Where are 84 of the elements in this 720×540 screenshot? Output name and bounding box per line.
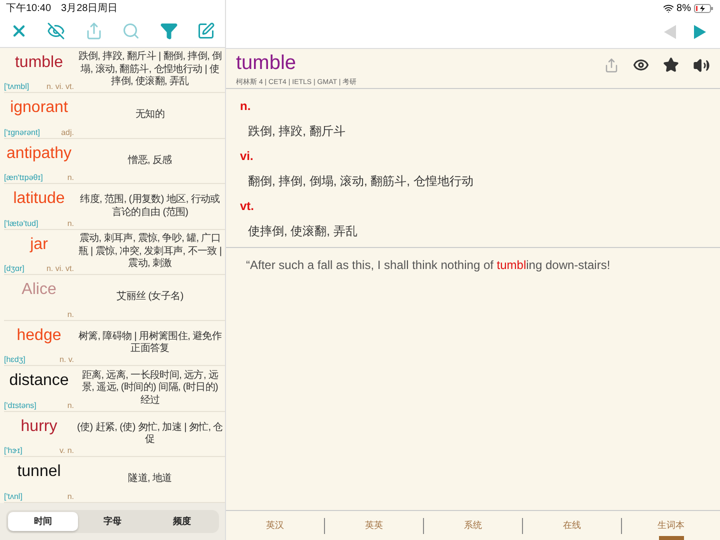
- eye-icon: [633, 57, 649, 73]
- sort-tab[interactable]: 字母: [78, 512, 148, 531]
- left-triangle-icon: [664, 25, 676, 39]
- word-meaning: 震动, 刺耳声, 震惊, 争吵, 罐, 广口瓶 | 震惊, 冲突, 发刺耳声, 不一致 | 震动, 刺激: [77, 233, 223, 271]
- battery-percent: 8%: [676, 2, 691, 14]
- word: tumble: [14, 54, 64, 72]
- share-icon: [84, 22, 103, 40]
- word: latitude: [13, 190, 65, 208]
- dictionary-tab[interactable]: 系统: [424, 511, 522, 540]
- word: hurry: [20, 418, 58, 436]
- phonetic: ['dɪstəns]: [4, 400, 36, 410]
- part-of-speech: n.: [67, 218, 74, 228]
- word-row[interactable]: antipathy [æn'tɪpəθɪ] n. 憎恶, 反感: [4, 138, 225, 184]
- word-meaning: 树篱, 障碍物 | 用树篱围住, 避免作正面答复: [77, 330, 223, 356]
- word: antipathy: [6, 144, 72, 163]
- part-of-speech: vt.: [240, 198, 256, 215]
- word-meaning: 憎恶, 反感: [126, 154, 173, 168]
- phonetic: [dʒɑr]: [4, 264, 24, 274]
- word-row[interactable]: latitude ['lætə'tud] n. 纬度, 范围, (用复数) 地区, 行动或言论的自由 (范围): [4, 184, 225, 230]
- word-meaning: (使) 赶紧, (使) 匆忙, 加速 | 匆忙, 仓促: [76, 422, 224, 447]
- wifi-icon: [662, 2, 674, 14]
- part-of-speech: n.: [67, 173, 74, 182]
- sort-tab[interactable]: 时间: [8, 512, 78, 531]
- eye-off-icon: [47, 22, 66, 40]
- part-of-speech: vi.: [240, 148, 254, 165]
- word-row[interactable]: tumble ['tʌmbl] n. vi. vt. 跌倒, 摔跤, 翻斤斗 | 翻倒, 摔倒, 倒塌, 滚动, 翻筋斗, 仓惶地行动 | 使摔倒, 使滚翻, 弄乱: [4, 48, 225, 94]
- search-icon: [122, 22, 140, 40]
- eye-button[interactable]: [633, 57, 649, 73]
- battery-icon: [694, 4, 714, 12]
- phonetic: ['hɝɪ]: [4, 446, 22, 456]
- part-of-speech: n.: [67, 492, 74, 501]
- word: tunnel: [17, 463, 61, 482]
- part-of-speech: adj.: [61, 128, 74, 137]
- star-button[interactable]: [663, 57, 679, 73]
- dictionary-tab[interactable]: 英英: [325, 511, 423, 540]
- speaker-icon: [693, 56, 710, 74]
- phonetic: [hɛdʒ]: [4, 355, 26, 364]
- word-meaning: 无知的: [134, 109, 166, 122]
- phonetic: ['tʌnl]: [4, 492, 22, 501]
- word-row[interactable]: distance ['dɪstəns] n. 距离, 远离, 一长段时间, 远方, 远景, 遥远, (时间的) 间隔, (时日的) 经过: [4, 366, 225, 412]
- sense-meaning: 翻倒, 摔倒, 倒塌, 滚动, 翻筋斗, 仓惶地行动: [247, 172, 474, 190]
- example-sentence: “After such a fall as this, I shall think nothing of tumbling down-stairs!: [245, 257, 612, 274]
- forward-button[interactable]: [694, 25, 706, 39]
- word: ignorant: [10, 99, 68, 118]
- word-meaning: 艾丽丝 (女子名): [116, 291, 184, 304]
- part-of-speech: n.: [67, 310, 74, 319]
- word: distance: [9, 372, 69, 390]
- part-of-speech: v. n.: [59, 446, 74, 456]
- word-meaning: 隧道, 地道: [127, 473, 173, 486]
- word-row[interactable]: hedge [hɛdʒ] n. v. 树篱, 障碍物 | 用树篱围住, 避免作正面答复: [4, 320, 225, 366]
- entry-word: tumble: [236, 52, 298, 75]
- part-of-speech: n.: [240, 98, 252, 115]
- sense-meaning: 跌倒, 摔跤, 翻斤斗: [247, 122, 346, 140]
- status-date: 3月28日周日: [61, 2, 118, 15]
- sense-meaning: 使摔倒, 使滚翻, 弄乱: [247, 222, 358, 240]
- phonetic: [æn'tɪpəθɪ]: [4, 173, 43, 182]
- status-time: 下午10:40: [6, 2, 52, 15]
- phonetic: ['tʌmbl]: [4, 82, 30, 92]
- pencil-square-icon: [197, 22, 216, 40]
- part-of-speech: n.: [67, 400, 74, 410]
- part-of-speech: n. vi. vt.: [46, 264, 74, 274]
- word: hedge: [16, 326, 62, 345]
- share-button[interactable]: [604, 58, 619, 72]
- speaker-button[interactable]: [693, 56, 710, 74]
- part-of-speech: n. v.: [59, 355, 74, 364]
- phonetic: ['ɪgnərənt]: [4, 128, 40, 137]
- dictionary-tab[interactable]: 英汉: [226, 511, 324, 540]
- word: Alice: [22, 281, 56, 300]
- word-row[interactable]: jar [dʒɑr] n. vi. vt. 震动, 刺耳声, 震惊, 争吵, 罐, 广口瓶 | 震惊, 冲突, 发刺耳声, 不一致 | 震动, 刺激: [4, 230, 225, 276]
- word-meaning: 跌倒, 摔跤, 翻斤斗 | 翻倒, 摔倒, 倒塌, 滚动, 翻筋斗, 仓惶地行动 | 使摔倒, 使滚翻, 弄乱: [77, 51, 223, 89]
- word-meaning: 距离, 远离, 一长段时间, 远方, 远景, 遥远, (时间的) 间隔, (时日的) 经过: [80, 370, 220, 408]
- share-icon: [604, 58, 619, 72]
- star-icon: [663, 57, 679, 73]
- word-row[interactable]: hurry ['hɝɪ] v. n. (使) 赶紧, (使) 匆忙, 加速 | 匆忙, 仓促: [4, 412, 225, 458]
- part-of-speech: n. vi. vt.: [46, 82, 74, 92]
- right-triangle-icon: [694, 25, 706, 39]
- phonetic: ['lætə'tud]: [4, 218, 38, 228]
- sort-tab[interactable]: 频度: [147, 512, 218, 531]
- word-row[interactable]: Alice n. 艾丽丝 (女子名): [4, 275, 225, 321]
- dictionary-tab[interactable]: 在线: [523, 511, 621, 540]
- word-meaning: 纬度, 范围, (用复数) 地区, 行动或言论的自由 (范围): [79, 194, 221, 220]
- word: jar: [30, 236, 48, 254]
- word-row[interactable]: ignorant ['ɪgnərənt] adj. 无知的: [4, 93, 225, 139]
- filter-icon: [160, 22, 178, 40]
